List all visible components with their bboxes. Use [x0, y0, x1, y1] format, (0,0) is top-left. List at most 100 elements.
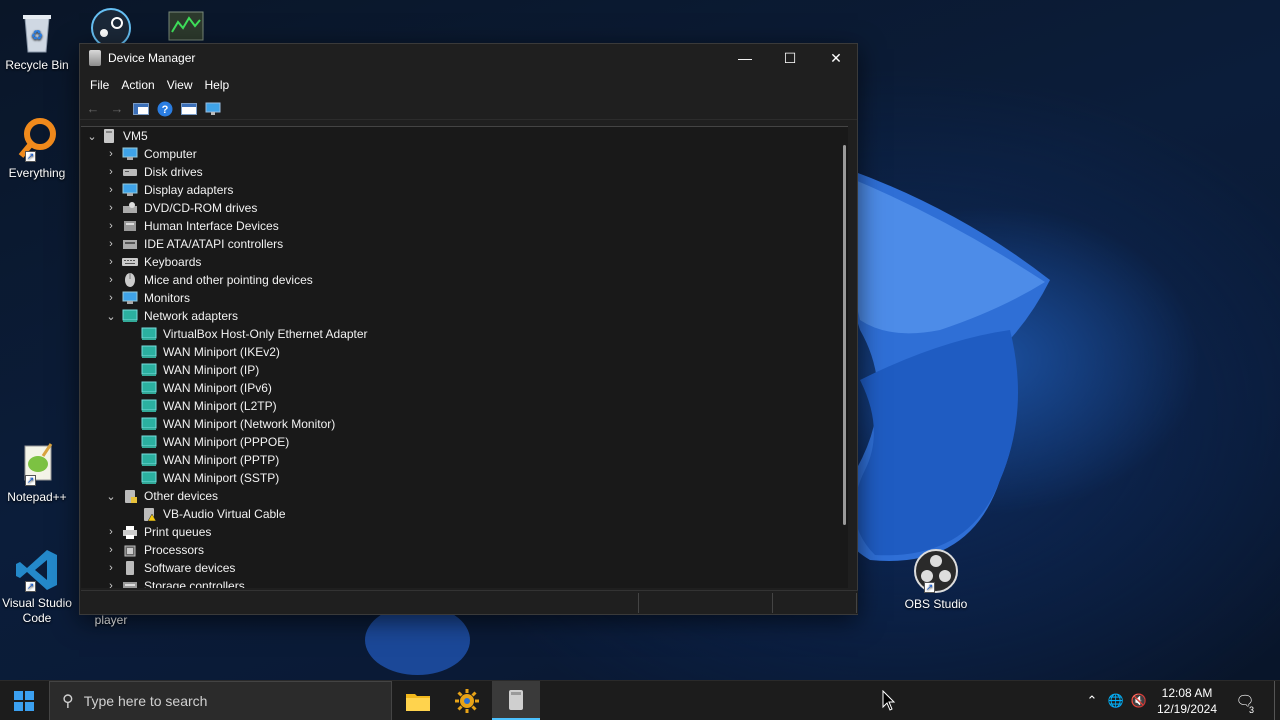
- maximize-button[interactable]: ☐: [767, 44, 813, 72]
- desktop-icon-vscode[interactable]: ↗ Visual Studio Code: [0, 546, 74, 626]
- status-separator: [638, 593, 639, 613]
- menu-help[interactable]: Help: [199, 78, 236, 92]
- network-globe-icon[interactable]: 🌐: [1105, 681, 1127, 720]
- vscode-icon: ↗: [13, 546, 61, 594]
- desktop-icon-recycle-bin[interactable]: ♻ Recycle Bin: [0, 8, 74, 73]
- menu-action[interactable]: Action: [115, 78, 160, 92]
- notification-count-badge: 3: [1246, 705, 1256, 715]
- tree-device-network-adapter[interactable]: WAN Miniport (Network Monitor): [81, 415, 841, 433]
- tree-device-network-adapter[interactable]: WAN Miniport (IPv6): [81, 379, 841, 397]
- tree-item-label: Mice and other pointing devices: [144, 273, 313, 287]
- menu-bar: File Action View Help: [80, 72, 857, 98]
- forward-arrow-icon[interactable]: →: [107, 100, 127, 118]
- tree-category[interactable]: ⌄ Other devices: [81, 487, 841, 505]
- tree-category[interactable]: ⌄ Network adapters: [81, 307, 841, 325]
- tree-category[interactable]: › Storage controllers: [81, 577, 841, 588]
- show-hide-console-tree-icon[interactable]: [131, 100, 151, 118]
- tree-category[interactable]: › DVD/CD-ROM drives: [81, 199, 841, 217]
- chevron-right-icon[interactable]: ›: [106, 559, 116, 577]
- chevron-down-icon[interactable]: ⌄: [87, 127, 97, 145]
- start-button[interactable]: [0, 681, 48, 720]
- tree-device-network-adapter[interactable]: WAN Miniport (L2TP): [81, 397, 841, 415]
- chevron-right-icon[interactable]: ›: [106, 253, 116, 271]
- chevron-right-icon[interactable]: ›: [106, 289, 116, 307]
- clock-date: 12/19/2024: [1156, 702, 1218, 716]
- monitor-icon: [122, 291, 138, 305]
- close-button[interactable]: ✕: [813, 44, 859, 72]
- network-adapter-icon: [141, 381, 157, 395]
- desktop-icon-notepadpp[interactable]: ↗ Notepad++: [0, 440, 74, 505]
- tree-item-label: VM5: [123, 129, 148, 143]
- tree-category[interactable]: › Human Interface Devices: [81, 217, 841, 235]
- shortcut-arrow-icon: ↗: [924, 582, 935, 593]
- device-manager-window: Device Manager — ☐ ✕ File Action View He…: [79, 43, 858, 615]
- keyboard-icon: [122, 255, 138, 269]
- tree-device-network-adapter[interactable]: WAN Miniport (IP): [81, 361, 841, 379]
- system-clock[interactable]: 12:08 AM 12/19/2024: [1150, 685, 1224, 717]
- tree-device-network-adapter[interactable]: WAN Miniport (IKEv2): [81, 343, 841, 361]
- menu-file[interactable]: File: [84, 78, 115, 92]
- chevron-down-icon[interactable]: ⌄: [106, 487, 116, 505]
- desktop-icon-player[interactable]: player: [74, 613, 148, 628]
- taskbar-file-explorer[interactable]: [394, 681, 442, 720]
- tree-category[interactable]: › Monitors: [81, 289, 841, 307]
- chevron-right-icon[interactable]: ›: [106, 235, 116, 253]
- tree-category[interactable]: › Print queues: [81, 523, 841, 541]
- tree-category[interactable]: › Disk drives: [81, 163, 841, 181]
- chevron-right-icon[interactable]: ›: [106, 577, 116, 588]
- help-icon[interactable]: ?: [155, 100, 175, 118]
- chevron-right-icon[interactable]: ›: [106, 199, 116, 217]
- chevron-right-icon[interactable]: ›: [106, 163, 116, 181]
- tree-item-label: WAN Miniport (L2TP): [163, 399, 277, 413]
- tree-item-label: Print queues: [144, 525, 212, 539]
- tree-category[interactable]: › Software devices: [81, 559, 841, 577]
- everything-label: Everything: [8, 166, 66, 180]
- tree-category[interactable]: › IDE ATA/ATAPI controllers: [81, 235, 841, 253]
- tree-item-label: WAN Miniport (PPTP): [163, 453, 280, 467]
- properties-icon[interactable]: [179, 100, 199, 118]
- chevron-down-icon[interactable]: ⌄: [106, 307, 116, 325]
- tree-device-network-adapter[interactable]: WAN Miniport (PPTP): [81, 451, 841, 469]
- tree-category[interactable]: › Keyboards: [81, 253, 841, 271]
- taskbar-settings-app[interactable]: [443, 681, 491, 720]
- minimize-button[interactable]: —: [722, 44, 768, 72]
- tree-category[interactable]: › Display adapters: [81, 181, 841, 199]
- tree-category[interactable]: › Computer: [81, 145, 841, 163]
- display-adapter-icon: [122, 183, 138, 197]
- clock-time: 12:08 AM: [1161, 686, 1213, 700]
- back-arrow-icon[interactable]: ←: [83, 100, 103, 118]
- chevron-right-icon[interactable]: ›: [106, 271, 116, 289]
- chevron-right-icon[interactable]: ›: [106, 217, 116, 235]
- notepadpp-label: Notepad++: [7, 490, 67, 504]
- show-hidden-icons-chevron-icon[interactable]: ⌃: [1082, 681, 1102, 720]
- printer-icon: [122, 525, 138, 539]
- search-placeholder: Type here to search: [83, 693, 208, 709]
- tree-root[interactable]: ⌄ VM5: [81, 127, 841, 145]
- taskbar-search-box[interactable]: ⚲ Type here to search: [49, 681, 392, 720]
- tree-device-network-adapter[interactable]: VirtualBox Host-Only Ethernet Adapter: [81, 325, 841, 343]
- unknown-device-icon: [122, 489, 138, 503]
- scan-hardware-icon[interactable]: [203, 100, 223, 118]
- tree-item-label: WAN Miniport (IKEv2): [163, 345, 280, 359]
- tree-device-network-adapter[interactable]: WAN Miniport (PPPOE): [81, 433, 841, 451]
- tree-category[interactable]: › Processors: [81, 541, 841, 559]
- menu-view[interactable]: View: [161, 78, 199, 92]
- desktop-icon-everything[interactable]: ↗ Everything: [0, 116, 74, 181]
- show-desktop-strip[interactable]: [1274, 681, 1280, 720]
- tree-category[interactable]: › Mice and other pointing devices: [81, 271, 841, 289]
- network-adapter-icon: [141, 435, 157, 449]
- mouse-icon: [122, 273, 138, 287]
- chevron-right-icon[interactable]: ›: [106, 181, 116, 199]
- tree-device-network-adapter[interactable]: WAN Miniport (SSTP): [81, 469, 841, 487]
- chevron-right-icon[interactable]: ›: [106, 145, 116, 163]
- search-icon: ⚲: [62, 693, 74, 710]
- chevron-right-icon[interactable]: ›: [106, 523, 116, 541]
- gear-sun-icon: [455, 689, 479, 713]
- chevron-right-icon[interactable]: ›: [106, 541, 116, 559]
- tree-device-other[interactable]: VB-Audio Virtual Cable: [81, 505, 841, 523]
- notification-center-button[interactable]: 🗨 3: [1232, 681, 1258, 720]
- volume-muted-icon[interactable]: 🔇: [1128, 681, 1150, 720]
- desktop-icon-obs[interactable]: ↗ OBS Studio: [899, 547, 973, 612]
- vertical-scrollbar[interactable]: [843, 145, 846, 525]
- taskbar-device-manager[interactable]: [492, 681, 540, 720]
